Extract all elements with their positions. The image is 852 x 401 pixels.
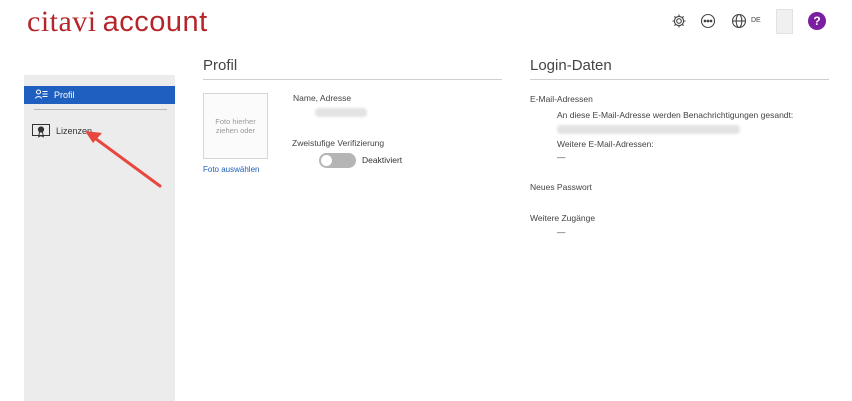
profil-heading: Profil: [203, 57, 238, 74]
email-addresses-link[interactable]: E-Mail-Adressen: [530, 94, 593, 104]
name-address-link[interactable]: Name, Adresse: [293, 93, 351, 103]
email-notice: An diese E-Mail-Adresse werden Benachric…: [557, 110, 794, 120]
login-heading: Login-Daten: [530, 57, 612, 74]
photo-placeholder-text: Foto hierher ziehen oder: [215, 117, 256, 135]
sidebar-item-label: Lizenzen: [56, 126, 93, 136]
name-value-redacted: [315, 108, 367, 117]
user-list-icon: [35, 89, 48, 102]
more-access-link[interactable]: Weitere Zugänge: [530, 213, 595, 223]
sidebar-divider: [34, 109, 167, 110]
login-divider: [530, 79, 829, 80]
language-code[interactable]: DE: [751, 17, 761, 24]
two-factor-toggle[interactable]: [319, 153, 356, 168]
email-value-redacted: [557, 125, 740, 134]
sidebar-item-profil[interactable]: Profil: [24, 86, 175, 104]
sidebar: Profil Lizenzen: [24, 75, 175, 401]
new-password-link[interactable]: Neues Passwort: [530, 182, 592, 192]
sidebar-item-label: Profil: [54, 90, 75, 100]
help-icon[interactable]: ?: [808, 12, 826, 30]
citavi-account-logo: citavi account: [27, 2, 208, 42]
more-options-icon[interactable]: [698, 11, 718, 31]
select-photo-link[interactable]: Foto auswählen: [203, 165, 259, 174]
sidebar-item-lizenzen[interactable]: Lizenzen: [24, 122, 175, 140]
certificate-icon: [32, 124, 50, 138]
more-emails-value: —: [557, 152, 566, 162]
profil-divider: [203, 79, 502, 80]
logo-suffix: account: [102, 6, 208, 38]
globe-icon[interactable]: [729, 11, 749, 31]
more-access-value: —: [557, 227, 566, 237]
gear-icon[interactable]: [669, 11, 689, 31]
two-factor-state: Deaktiviert: [362, 155, 403, 165]
photo-dropzone[interactable]: Foto hierher ziehen oder: [203, 93, 268, 159]
toggle-knob: [321, 155, 332, 166]
avatar[interactable]: [776, 9, 793, 34]
logo-brand: citavi: [27, 5, 97, 38]
more-emails-label: Weitere E-Mail-Adressen:: [557, 139, 654, 149]
two-factor-label: Zweistufige Verifizierung: [292, 138, 385, 148]
